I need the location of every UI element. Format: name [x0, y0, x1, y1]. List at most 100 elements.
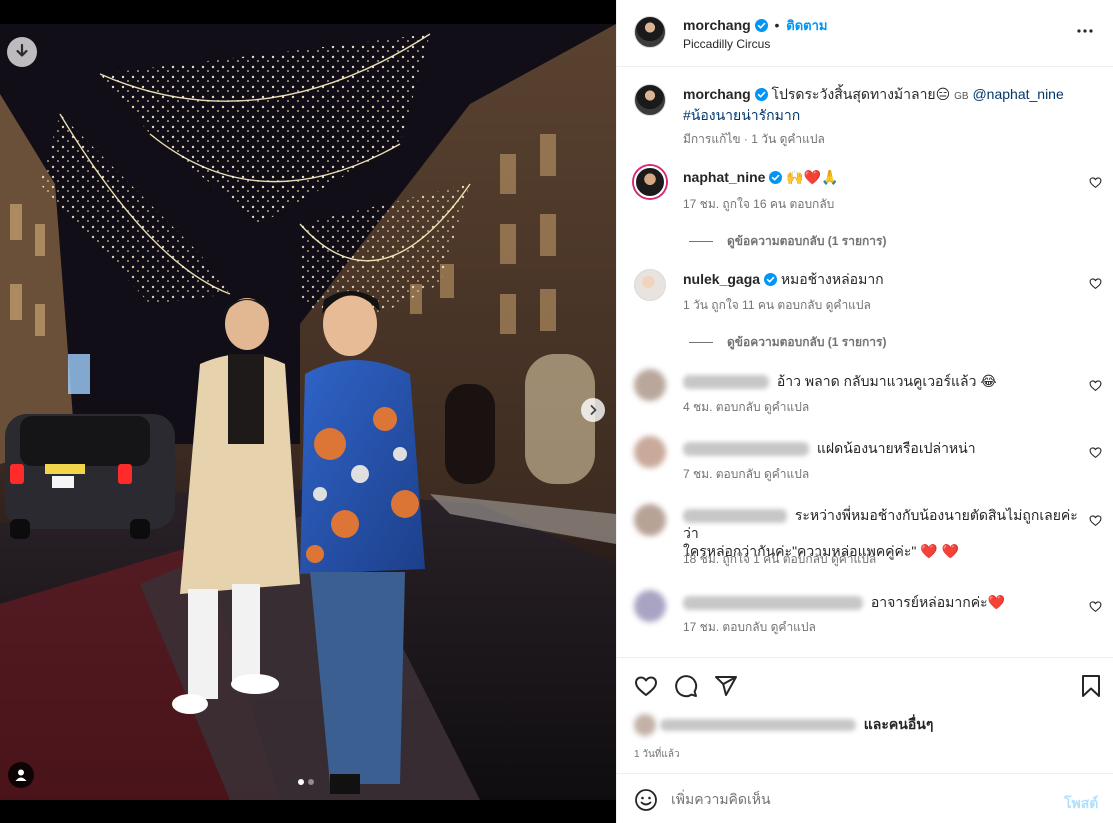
separator-dot: • — [774, 17, 780, 33]
translate-button[interactable]: ดูคำแปล — [764, 400, 809, 414]
heart-icon[interactable] — [1089, 600, 1102, 613]
action-bar: และคนอื่นๆ 1 วันที่แล้ว — [617, 657, 1113, 774]
view-replies-button[interactable]: ดูข้อความตอบกลับ (1 รายการ) — [689, 333, 886, 352]
carousel-dot-active — [298, 779, 304, 785]
comments-list[interactable]: morchang โปรดระวังสิ้นสุดทางม้าลาย😑 GB @… — [617, 68, 1113, 657]
comment-time: 4 ชม. — [683, 400, 713, 414]
comment-time: 7 ชม. — [683, 467, 713, 481]
reply-button[interactable]: ตอบกลับ — [722, 620, 767, 634]
translate-button[interactable]: ดูคำแปล — [826, 298, 871, 312]
caption-translate-button[interactable]: ดูคำแปล — [780, 132, 825, 146]
comment-input[interactable] — [671, 789, 1041, 809]
heart-icon[interactable] — [1089, 514, 1102, 527]
caption-username[interactable]: morchang — [683, 86, 751, 102]
comment-meta: 1 วัน ถูกใจ 11 คน ตอบกลับ ดูคำแปล — [683, 296, 871, 315]
view-replies-label: ดูข้อความตอบกลับ (1 รายการ) — [727, 335, 887, 349]
commenter-avatar[interactable] — [634, 166, 666, 198]
comment-meta: 18 ชม. ถูกใจ 1 คน ตอบกลับ ดูคำแปล — [683, 550, 876, 569]
replies-divider — [689, 342, 713, 344]
comment-text-block: naphat_nine 🙌❤️🙏 — [683, 168, 1083, 186]
author-username[interactable]: morchang — [683, 17, 751, 33]
translate-button[interactable]: ดูคำแปล — [771, 620, 816, 634]
more-options-icon[interactable] — [1076, 22, 1094, 40]
translate-button[interactable]: ดูคำแปล — [764, 467, 809, 481]
likes-summary[interactable]: และคนอื่นๆ — [634, 714, 934, 737]
caption-mention[interactable]: @naphat_nine — [972, 86, 1063, 102]
user-tag-icon — [15, 769, 27, 781]
comment-likes[interactable]: ถูกใจ 11 คน — [711, 298, 774, 312]
carousel-indicator — [298, 779, 314, 785]
commenter-avatar[interactable] — [634, 369, 666, 401]
post-photo[interactable] — [0, 24, 616, 800]
comment-text: อ้าว พลาด กลับมาแวนคูเวอร์แล้ว 😂 — [776, 373, 997, 389]
heart-icon[interactable] — [1089, 277, 1102, 290]
caption-text-block: morchang โปรดระวังสิ้นสุดทางม้าลาย😑 GB @… — [683, 85, 1083, 124]
comment-text-block: nulek_gaga หมอช้างหล่อมาก — [683, 270, 1083, 288]
commenter-avatar[interactable] — [634, 436, 666, 468]
liker-avatar — [634, 714, 656, 737]
carousel-next-button[interactable] — [581, 398, 605, 422]
comment-text-block: แฝดน้องนายหรือเปล่าหน่า — [683, 439, 1083, 457]
replies-divider — [689, 241, 713, 243]
blurred-liker-names — [659, 719, 856, 732]
heart-icon[interactable] — [1089, 176, 1102, 189]
verified-badge-icon — [754, 88, 768, 101]
blurred-username[interactable] — [683, 375, 769, 390]
heart-icon[interactable] — [1089, 446, 1102, 459]
likes-suffix: และคนอื่นๆ — [863, 716, 934, 732]
verified-badge-icon — [754, 19, 768, 32]
comment-text: หมอช้างหล่อมาก — [780, 271, 884, 287]
reply-button[interactable]: ตอบกลับ — [716, 400, 761, 414]
blurred-username[interactable] — [683, 442, 809, 457]
share-icon[interactable] — [714, 674, 738, 698]
commenter-avatar[interactable] — [634, 504, 666, 536]
emoji-icon[interactable] — [634, 788, 658, 812]
commenter-username[interactable]: nulek_gaga — [683, 271, 760, 287]
comment-time: 17 ชม. — [683, 197, 720, 211]
commenter-username[interactable]: naphat_nine — [683, 169, 765, 185]
comment-icon[interactable] — [674, 674, 698, 698]
bookmark-icon[interactable] — [1080, 674, 1102, 698]
reply-button[interactable]: ตอบกลับ — [716, 467, 761, 481]
view-replies-button[interactable]: ดูข้อความตอบกลับ (1 รายการ) — [689, 232, 886, 251]
caption-text: โปรดระวังสิ้นสุดทางม้าลาย😑 — [771, 86, 951, 102]
comment-composer: โพสต์ — [617, 775, 1113, 823]
follow-button[interactable]: ติดตาม — [786, 18, 827, 33]
reply-button[interactable]: ตอบกลับ — [789, 197, 834, 211]
post-details: morchang • ติดตาม Piccadilly Circus morc… — [616, 0, 1113, 823]
commenter-avatar[interactable] — [634, 269, 666, 301]
caption-meta: มีการแก้ไข · 1 วัน ดูคำแปล — [683, 130, 825, 149]
comment-text-block: อาจารย์หล่อมากค่ะ❤️ — [683, 593, 1083, 611]
carousel-dot — [308, 779, 314, 785]
photo-illustration — [0, 24, 616, 800]
comment-meta: 17 ชม. ตอบกลับ ดูคำแปล — [683, 618, 816, 637]
post-header: morchang • ติดตาม Piccadilly Circus — [617, 0, 1113, 67]
blurred-username[interactable] — [683, 596, 863, 611]
download-button[interactable] — [7, 37, 37, 67]
author-avatar[interactable] — [634, 16, 666, 48]
view-replies-label: ดูข้อความตอบกลับ (1 รายการ) — [727, 234, 887, 248]
comment-likes[interactable]: ถูกใจ 16 คน — [722, 197, 786, 211]
caption-avatar[interactable] — [634, 84, 666, 116]
comment-likes[interactable]: ถูกใจ 1 คน — [722, 552, 779, 566]
reply-button[interactable]: ตอบกลับ — [777, 298, 822, 312]
download-icon — [16, 43, 28, 57]
post-comment-button[interactable]: โพสต์ — [1064, 793, 1098, 815]
comment-text: 🙌❤️🙏 — [786, 169, 839, 185]
heart-icon[interactable] — [1089, 379, 1102, 392]
reply-button[interactable]: ตอบกลับ — [783, 552, 828, 566]
blurred-username[interactable] — [683, 509, 787, 524]
verified-badge-icon — [763, 273, 777, 286]
tagged-users-button[interactable] — [8, 762, 34, 788]
comment-time: 18 ชม. — [683, 552, 720, 566]
location-link[interactable]: Piccadilly Circus — [683, 37, 770, 51]
chevron-right-icon — [590, 405, 597, 415]
heart-icon[interactable] — [634, 674, 658, 698]
caption-hashtag[interactable]: #น้องนายน่ารักมาก — [683, 107, 800, 123]
caption-edited: มีการแก้ไข · 1 วัน — [683, 132, 777, 146]
flag-gb: GB — [954, 91, 969, 102]
verified-badge-icon — [769, 171, 783, 184]
comment-text-block: อ้าว พลาด กลับมาแวนคูเวอร์แล้ว 😂 — [683, 372, 1083, 390]
commenter-avatar[interactable] — [634, 590, 666, 622]
translate-button[interactable]: ดูคำแปล — [831, 552, 876, 566]
